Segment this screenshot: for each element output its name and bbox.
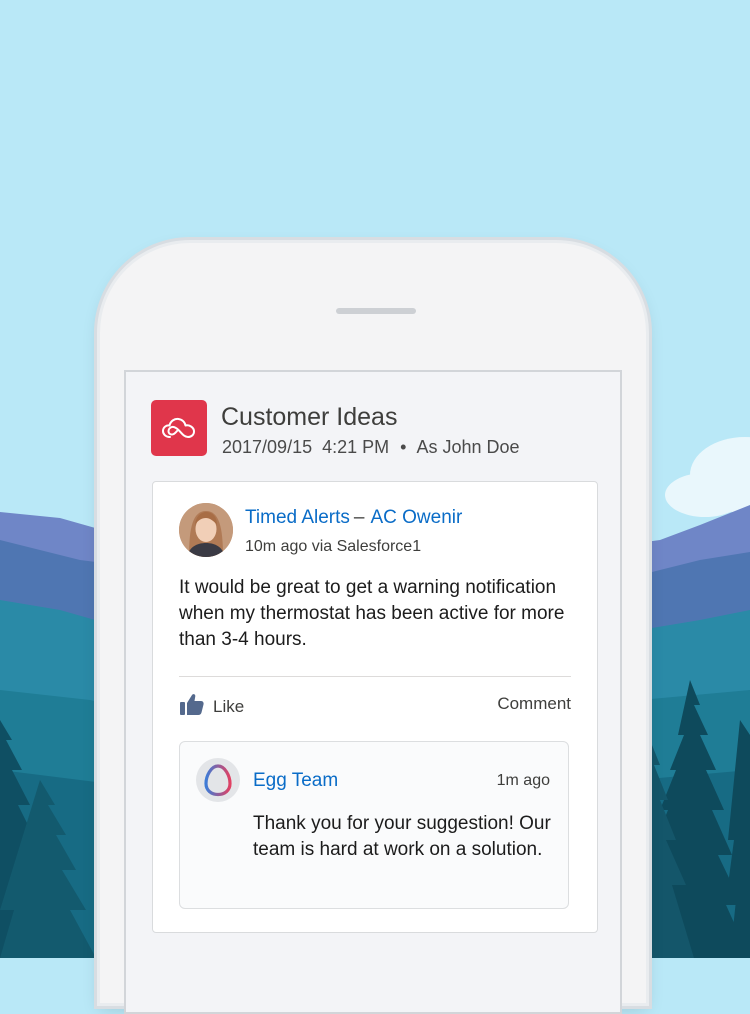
post-meta: 10m ago via Salesforce1 — [245, 538, 422, 555]
comment-button[interactable]: Comment — [497, 694, 571, 714]
thumbs-up-icon — [179, 692, 205, 721]
post-time: 4:21 PM — [322, 437, 390, 457]
cloud-logo-icon[interactable] — [151, 400, 207, 456]
group-title: Customer Ideas — [221, 403, 398, 431]
like-label: Like — [213, 696, 245, 716]
feed-screen: Customer Ideas 2017/09/15 4:21 PM • As J… — [124, 370, 622, 1014]
post-body: It would be great to get a warning notif… — [179, 577, 565, 650]
topic-link[interactable]: Timed Alerts — [245, 507, 350, 528]
phone-speaker — [336, 308, 416, 314]
reply-timestamp: 1m ago — [496, 772, 550, 789]
title-separator: – — [353, 507, 365, 528]
phone-frame: Customer Ideas 2017/09/15 4:21 PM • As J… — [100, 243, 646, 1014]
egg-team-avatar[interactable] — [196, 758, 240, 802]
reply-body: Thank you for your suggestion! Our team … — [253, 813, 551, 860]
post-title: Timed Alerts – AC Owenir — [245, 507, 462, 529]
group-meta: 2017/09/15 4:21 PM • As John Doe — [222, 437, 520, 458]
author-link[interactable]: AC Owenir — [370, 507, 462, 528]
reply-author-link[interactable]: Egg Team — [253, 770, 338, 792]
posted-as: As John Doe — [416, 437, 520, 457]
post-card: Timed Alerts – AC Owenir 10m ago via Sales… — [152, 481, 598, 933]
divider — [179, 676, 571, 677]
meta-separator: • — [400, 437, 407, 457]
post-date: 2017/09/15 — [222, 437, 313, 457]
reply-card: Egg Team 1m ago Thank you for your sugge… — [179, 741, 569, 909]
like-button[interactable]: Like — [179, 692, 244, 721]
author-avatar[interactable] — [179, 503, 233, 557]
